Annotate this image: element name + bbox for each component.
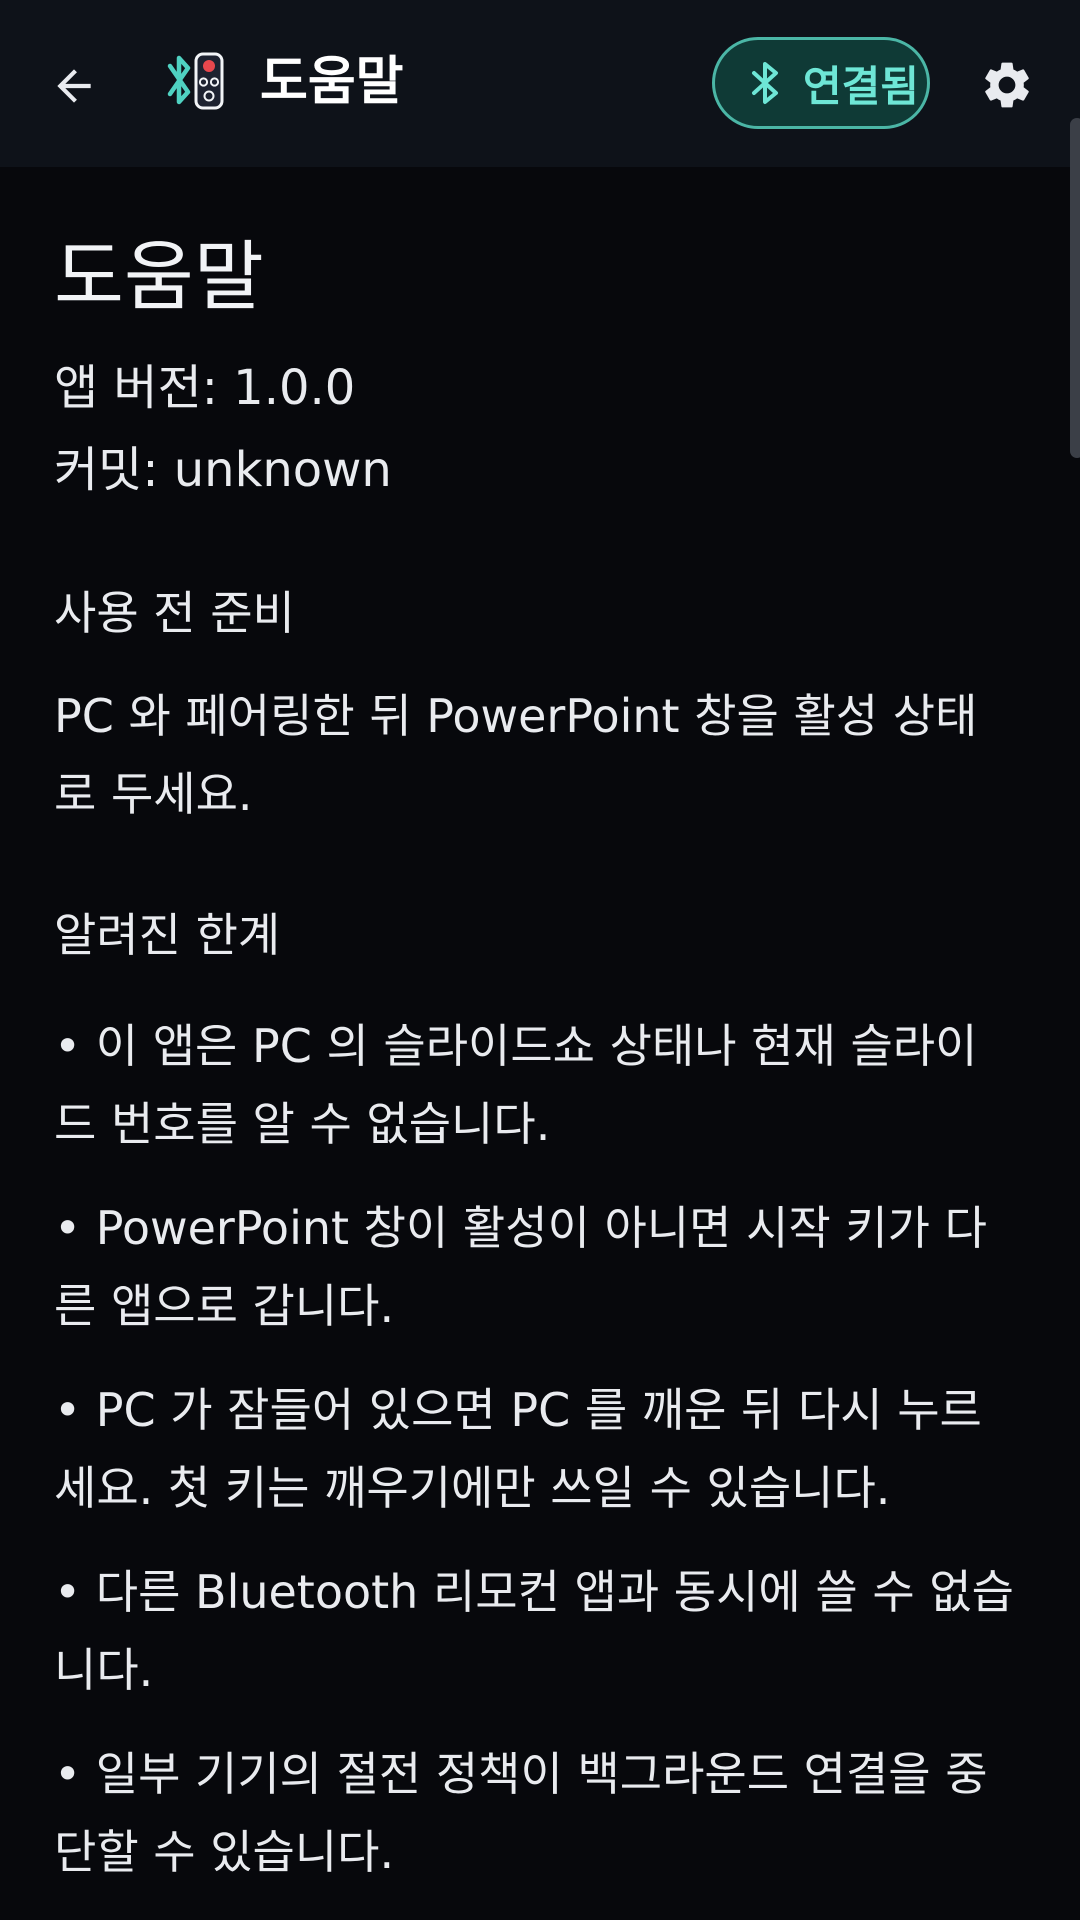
connection-status-label: 연결됨 [803, 61, 919, 111]
limits-list: • 이 앱은 PC 의 슬라이드쇼 상태나 현재 슬라이드 번호를 알 수 없습… [54, 1007, 1014, 1891]
remote-bluetooth-logo-icon [167, 52, 224, 110]
arrow-left-icon [57, 69, 91, 103]
list-item: • 다른 Bluetooth 리모컨 앱과 동시에 쓸 수 없습니다. [54, 1565, 1014, 1697]
list-item: • PowerPoint 창이 활성이 아니면 시작 키가 다른 앱으로 갑니다… [54, 1201, 987, 1333]
top-app-bar: 도움말 연결됨 [0, 0, 1080, 167]
help-content: 도움말 앱 버전: 1.0.0 커밋: unknown 사용 전 준비 PC 와… [54, 167, 1014, 1917]
bluetooth-icon [752, 62, 778, 104]
back-button[interactable] [38, 50, 110, 122]
commit-line: 커밋: unknown [54, 442, 392, 498]
section-heading-limits: 알려진 한계 [54, 908, 281, 962]
app-bar-title: 도움말 [260, 52, 404, 112]
page-title: 도움말 [54, 232, 264, 321]
prep-instructions: PC 와 페어링한 뒤 PowerPoint 창을 활성 상태로 두세요. [54, 689, 978, 821]
section-heading-prep: 사용 전 준비 [54, 586, 295, 640]
list-item: • 일부 기기의 절전 정책이 백그라운드 연결을 중단할 수 있습니다. [54, 1747, 988, 1879]
settings-button[interactable] [972, 50, 1042, 120]
list-item: • 이 앱은 PC 의 슬라이드쇼 상태나 현재 슬라이드 번호를 알 수 없습… [54, 1019, 978, 1151]
version-line: 앱 버전: 1.0.0 [54, 360, 356, 416]
list-item: • PC 가 잠들어 있으면 PC 를 깨운 뒤 다시 누르세요. 첫 키는 깨… [54, 1383, 982, 1515]
app-version: 앱 버전: 1.0.0 커밋: unknown [54, 347, 1014, 511]
connection-status-badge[interactable]: 연결됨 [712, 37, 930, 129]
gear-icon [985, 62, 1029, 108]
scrollbar-thumb[interactable] [1070, 118, 1080, 458]
